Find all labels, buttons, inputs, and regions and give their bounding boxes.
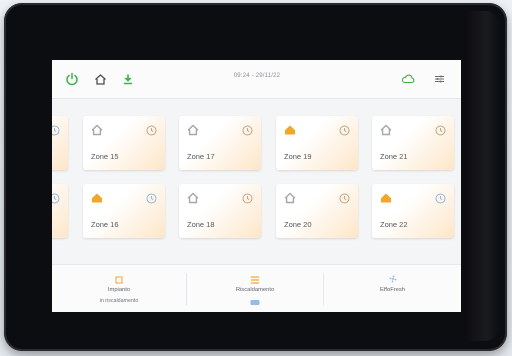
display-screen: 09:24 - 29/11/22 Zone 15 Zone 17 Zone 19… [52,60,461,312]
effofresh-button[interactable]: EffoFresh [324,265,461,312]
sliders-icon[interactable] [429,69,449,89]
home-icon [187,191,199,204]
download-icon[interactable] [118,69,138,89]
zone-name: Zone 20 [284,220,312,229]
screen-glare [465,11,501,341]
clock-icon [52,123,60,136]
zone-tile-offscreen[interactable] [52,116,68,170]
clock-icon [146,191,157,204]
clock-icon [339,191,350,204]
zone-name: Zone 16 [91,220,119,229]
zone-tile[interactable]: Zone 18 [179,184,261,238]
impianto-button[interactable]: Impianto in riscaldamento [52,265,186,312]
clock-icon [242,191,253,204]
zone-tile[interactable]: Zone 21 [372,116,454,170]
zone-name: Zone 21 [380,152,408,161]
zone-tile[interactable]: Zone 22 [372,184,454,238]
top-bar: 09:24 - 29/11/22 [52,60,461,99]
clock-icon [339,123,350,136]
effofresh-label: EffoFresh [379,287,406,293]
zone-name: Zone 19 [284,152,312,161]
zone-name: Zone 17 [187,152,215,161]
clock-icon [52,191,60,204]
bottom-bar: Impianto in riscaldamento Riscaldamento … [52,264,461,312]
clock-icon [242,123,253,136]
power-icon[interactable] [62,69,82,89]
home-icon [91,123,103,136]
clock-icon [146,123,157,136]
zone-tile[interactable]: Zone 15 [83,116,165,170]
home-icon [380,123,392,136]
clock-icon [435,123,446,136]
zone-name: Zone 15 [91,152,119,161]
zone-name: Zone 22 [380,220,408,229]
mode-indicator [250,300,260,305]
impianto-status: in riscaldamento [99,298,139,304]
riscaldamento-label: Riscaldamento [235,287,275,293]
riscaldamento-button[interactable]: Riscaldamento [187,265,323,312]
background: 09:24 - 29/11/22 Zone 15 Zone 17 Zone 19… [0,0,512,356]
home-icon[interactable] [90,69,110,89]
zone-tile-offscreen[interactable] [52,184,68,238]
cloud-icon[interactable] [398,69,418,89]
zone-tile[interactable]: Zone 16 [83,184,165,238]
home-icon [284,123,296,135]
home-icon [380,191,392,203]
zone-name: Zone 18 [187,220,215,229]
home-icon [187,123,199,136]
date-time: 09:24 - 29/11/22 [233,73,281,79]
home-icon [91,191,103,203]
impianto-label: Impianto [107,287,131,293]
home-icon [284,191,296,204]
zone-tile[interactable]: Zone 17 [179,116,261,170]
clock-icon [435,191,446,204]
zone-tile[interactable]: Zone 19 [276,116,358,170]
zone-tile[interactable]: Zone 20 [276,184,358,238]
